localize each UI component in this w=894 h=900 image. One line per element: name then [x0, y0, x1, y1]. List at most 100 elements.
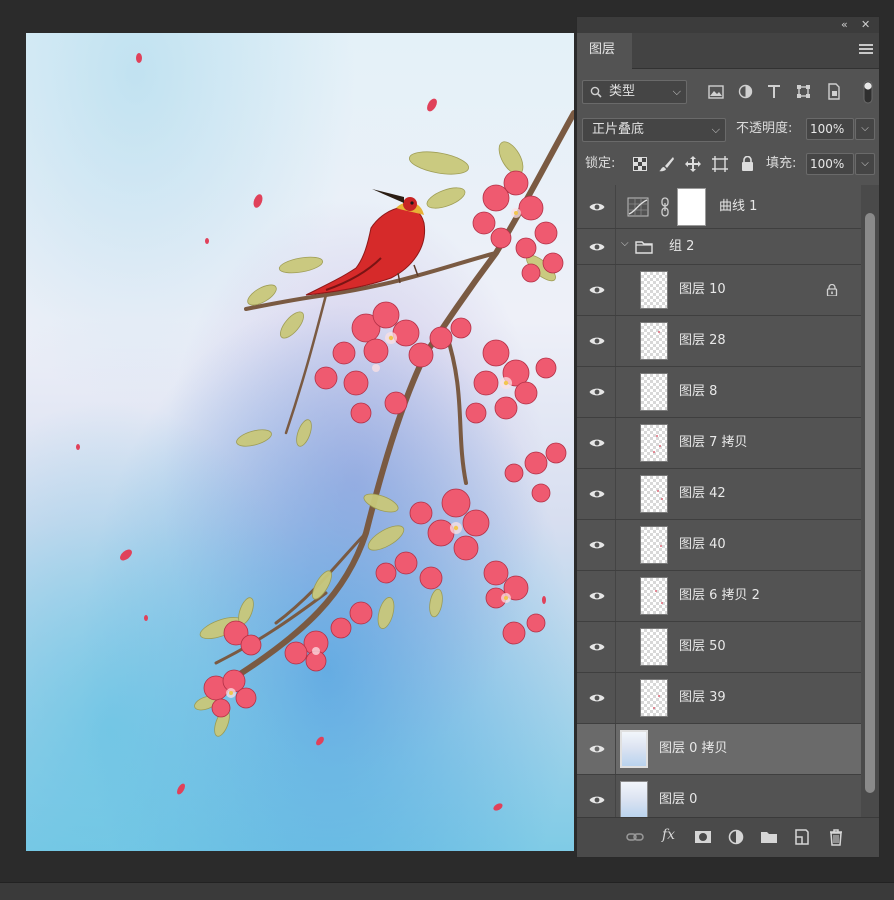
- new-group-folder-icon[interactable]: [760, 828, 778, 846]
- panel-menu-icon[interactable]: [859, 44, 873, 56]
- panel-tabs: 图层: [577, 33, 879, 69]
- panel-topbar: « ✕: [577, 17, 879, 33]
- layer-thumbnail[interactable]: [640, 577, 668, 615]
- visibility-eye-icon[interactable]: [589, 202, 605, 212]
- layer-thumbnail[interactable]: [640, 526, 668, 564]
- visibility-eye-icon[interactable]: [589, 744, 605, 754]
- layer-thumbnail[interactable]: [640, 424, 668, 462]
- lock-all-icon[interactable]: [741, 156, 754, 171]
- layer-row[interactable]: 图层 50: [577, 622, 861, 673]
- layer-name: 曲线 1: [719, 199, 758, 214]
- layer-name: 图层 8: [679, 384, 718, 399]
- status-bar: [0, 882, 894, 900]
- image-filter-icon[interactable]: [708, 85, 724, 99]
- chevron-down-icon: ⌵: [861, 158, 869, 169]
- layer-row[interactable]: 图层 8: [577, 367, 861, 418]
- visibility-eye-icon[interactable]: [589, 285, 605, 295]
- lock-transparency-icon[interactable]: [633, 157, 647, 171]
- visibility-eye-icon[interactable]: [589, 336, 605, 346]
- fx-icon[interactable]: fx: [662, 827, 675, 843]
- visibility-eye-icon[interactable]: [589, 540, 605, 550]
- blend-row: 正片叠底 ⌵ 不透明度: 100% ⌵: [577, 115, 879, 145]
- new-adjustment-layer-icon[interactable]: [727, 828, 745, 846]
- close-icon[interactable]: ✕: [861, 18, 870, 32]
- filter-toggle-switch[interactable]: [862, 80, 874, 104]
- layer-row-selected[interactable]: 图层 0 拷贝: [577, 724, 861, 775]
- adjustment-filter-icon[interactable]: [738, 84, 753, 99]
- lock-position-move-icon[interactable]: [684, 155, 702, 173]
- layer-row[interactable]: 图层 0: [577, 775, 861, 817]
- panel-footer: fx: [577, 817, 879, 857]
- layer-row-group[interactable]: ⌵ 组 2: [577, 229, 861, 265]
- search-icon: [590, 86, 602, 98]
- fill-chevron-button[interactable]: ⌵: [855, 153, 875, 175]
- layer-row[interactable]: 图层 42: [577, 469, 861, 520]
- filter-row: 类型 ⌵: [577, 77, 879, 107]
- folder-icon: [635, 241, 653, 254]
- fill-input[interactable]: 100%: [806, 153, 854, 175]
- type-filter-icon[interactable]: [767, 84, 781, 99]
- layer-thumbnail[interactable]: [620, 781, 648, 817]
- layer-name: 图层 50: [679, 639, 726, 654]
- collapse-icon[interactable]: «: [841, 18, 848, 32]
- tab-layers[interactable]: 图层: [577, 33, 632, 69]
- opacity-value: 100%: [810, 122, 845, 136]
- visibility-eye-icon[interactable]: [589, 489, 605, 499]
- layer-row[interactable]: 图层 10: [577, 265, 861, 316]
- opacity-label: 不透明度:: [736, 121, 793, 136]
- layer-row[interactable]: 图层 6 拷贝 2: [577, 571, 861, 622]
- layer-name: 图层 7 拷贝: [679, 435, 748, 450]
- layer-thumbnail[interactable]: [640, 271, 668, 309]
- layers-list: 曲线 1 ⌵ 组 2 图层 10 图层 28 图层 8 图层 7 拷贝 图层 4…: [577, 185, 861, 817]
- layer-thumbnail[interactable]: [640, 475, 668, 513]
- visibility-eye-icon[interactable]: [589, 242, 605, 252]
- add-mask-icon[interactable]: [694, 828, 712, 846]
- mask-link-icon[interactable]: [660, 197, 670, 217]
- layer-thumbnail[interactable]: [640, 628, 668, 666]
- opacity-chevron-button[interactable]: ⌵: [855, 118, 875, 140]
- layer-name: 图层 40: [679, 537, 726, 552]
- link-layers-icon[interactable]: [626, 828, 644, 846]
- document-canvas[interactable]: [26, 33, 574, 851]
- lock-artboard-icon[interactable]: [712, 156, 728, 172]
- lock-pixels-brush-icon[interactable]: [659, 156, 675, 172]
- blend-mode-value: 正片叠底: [592, 122, 645, 137]
- layer-lock-icon[interactable]: [826, 284, 838, 296]
- layer-row[interactable]: 图层 28: [577, 316, 861, 367]
- artwork-image: [26, 33, 574, 851]
- opacity-input[interactable]: 100%: [806, 118, 854, 140]
- blend-mode-dropdown[interactable]: 正片叠底 ⌵: [582, 118, 726, 142]
- layer-name: 图层 10: [679, 282, 726, 297]
- fill-label: 填充:: [766, 156, 797, 171]
- layer-row[interactable]: 图层 7 拷贝: [577, 418, 861, 469]
- layer-row[interactable]: 图层 39: [577, 673, 861, 724]
- layer-name: 图层 0 拷贝: [659, 741, 728, 756]
- layer-row[interactable]: 图层 40: [577, 520, 861, 571]
- filter-type-dropdown[interactable]: 类型 ⌵: [582, 80, 687, 104]
- layer-thumbnail[interactable]: [640, 322, 668, 360]
- layer-name: 图层 42: [679, 486, 726, 501]
- layer-mask-thumbnail[interactable]: [677, 188, 706, 226]
- layer-thumbnail[interactable]: [620, 730, 648, 768]
- visibility-eye-icon[interactable]: [589, 642, 605, 652]
- lock-label: 锁定:: [585, 156, 616, 171]
- layer-thumbnail[interactable]: [640, 679, 668, 717]
- layer-row-curves[interactable]: 曲线 1: [577, 185, 861, 229]
- visibility-eye-icon[interactable]: [589, 795, 605, 805]
- visibility-eye-icon[interactable]: [589, 438, 605, 448]
- layer-name: 图层 39: [679, 690, 726, 705]
- smart-object-filter-icon[interactable]: [827, 83, 841, 100]
- visibility-eye-icon[interactable]: [589, 591, 605, 601]
- chevron-down-icon[interactable]: ⌵: [621, 238, 629, 249]
- new-layer-icon[interactable]: [793, 828, 811, 846]
- layer-name: 图层 28: [679, 333, 726, 348]
- layer-name: 图层 0: [659, 792, 698, 807]
- shape-filter-icon[interactable]: [796, 84, 811, 99]
- delete-layer-trash-icon[interactable]: [827, 828, 845, 846]
- visibility-eye-icon[interactable]: [589, 693, 605, 703]
- photoshop-workspace: « ✕ 图层 类型 ⌵ 正片叠底 ⌵ 不透明度: 100% ⌵ 锁定: 填充: …: [0, 0, 894, 900]
- layers-scrollbar[interactable]: [861, 185, 879, 817]
- scrollbar-thumb[interactable]: [865, 213, 875, 793]
- layer-thumbnail[interactable]: [640, 373, 668, 411]
- visibility-eye-icon[interactable]: [589, 387, 605, 397]
